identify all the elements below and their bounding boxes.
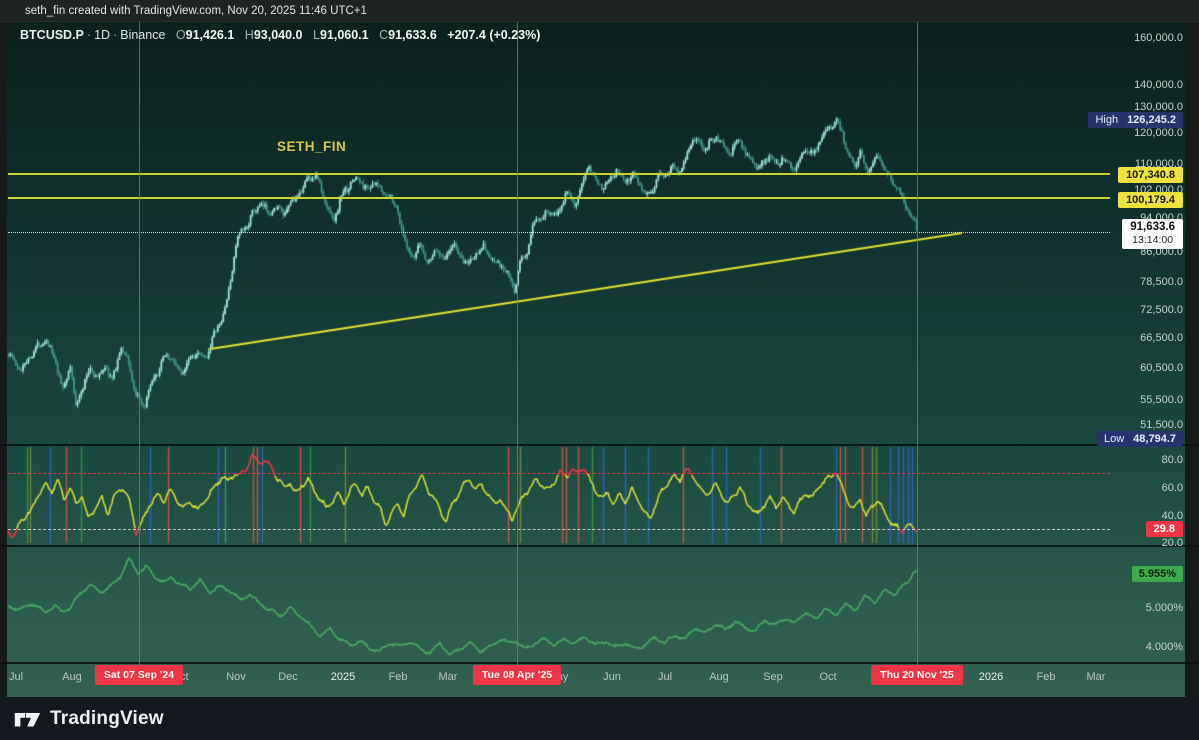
rsi-overbought-dashed-line[interactable] [8,473,1110,474]
close-label: C [379,28,389,42]
price-axis-tick: 140,000.0 [1134,79,1183,91]
time-axis-label: Jul [8,671,24,683]
level-price-badge-1: 107,340.8 [1118,167,1183,183]
time-axis-label: 2025 [330,671,356,683]
time-axis-label: Aug [62,671,82,683]
time-axis-label: Mar [438,671,458,683]
time-axis-label: Jul [657,671,673,683]
date-marker-badge: Tue 08 Apr '25 [472,665,562,685]
growth-axis-tick: 5.000% [1145,602,1183,614]
rsi-axis-tick: 20.0 [1161,537,1183,549]
time-axis-label: Feb [388,671,408,683]
last-price-dotted-line [8,232,1110,233]
high-label: H [244,28,254,42]
time-axis-label: Jun [603,671,621,683]
time-axis-label: Aug [709,671,729,683]
date-marker-badge: Sat 07 Sep '24 [94,665,184,685]
resistance-level-line-107340[interactable] [8,173,1110,175]
export-caption-text: seth_fin created with TradingView.com, N… [25,5,367,17]
tradingview-export-screenshot: { "export_bar": { "text": "seth_fin crea… [0,0,1199,740]
time-axis[interactable]: JulAugOctNovDec2025FebMarMayJunJulAugSep… [0,663,1199,697]
last-price-badge: 91,633.6 13:14:00 [1122,219,1183,249]
price-axis-tick: 160,000.0 [1134,32,1183,44]
low-label: L [312,28,320,42]
interval-label[interactable]: 1D [94,28,110,42]
tradingview-logo-icon [14,712,41,727]
symbol-header[interactable]: BTCUSD.P · 1D · Binance O91,426.1 H93,040.0 … [20,28,540,42]
time-axis-label: Dec [278,671,298,683]
footer-bar: TradingView [0,697,1199,740]
last-price-value: 91,633.6 [1130,221,1175,233]
separator: · [86,28,92,42]
symbol-name[interactable]: BTCUSD.P [20,28,84,42]
change-value: +207.4 (+0.23%) [447,28,541,42]
separator: · [113,28,118,42]
open-value: 91,426.1 [185,28,235,42]
low-badge-label: Low [1103,433,1125,445]
rsi-panel-canvas[interactable] [0,445,1199,545]
growth-axis-tick: 4.000% [1145,641,1183,653]
red-event-vline [139,22,140,685]
price-axis-tick: 55,500.0 [1140,394,1183,406]
price-axis-tick: 51,500.0 [1140,419,1183,431]
time-axis-label: Mar [1086,671,1106,683]
low-badge-value: 48,794.7 [1133,433,1176,445]
time-axis-label: Nov [226,671,246,683]
low-price-badge: Low 48,794.7 [1096,431,1183,447]
high-value: 93,040.0 [253,28,303,42]
rsi-axis-tick: 60.0 [1161,482,1183,494]
panel-divider[interactable] [0,545,1199,547]
high-badge-value: 126,245.2 [1127,114,1176,126]
tradingview-brand-text: TradingView [50,707,164,729]
time-axis-label: Sep [763,671,783,683]
high-badge-label: High [1095,114,1119,126]
open-label: O [175,28,186,42]
export-caption-bar: seth_fin created with TradingView.com, N… [0,0,1199,22]
high-price-badge: High 126,245.2 [1088,112,1183,128]
panel-divider[interactable] [0,444,1199,446]
price-axis-tick: 72,500.0 [1140,304,1183,316]
tradingview-logo[interactable]: TradingView [14,705,164,732]
red-event-vline [517,22,518,685]
exchange-label[interactable]: Binance [120,28,165,42]
time-axis-label: 2026 [978,671,1004,683]
bar-countdown: 13:14:00 [1132,234,1174,246]
support-level-line-100179[interactable] [8,197,1110,199]
price-axis-tick: 78,500.0 [1140,276,1183,288]
date-marker-badge: Thu 20 Nov '25 [871,665,963,685]
price-axis-tick: 66,500.0 [1140,332,1183,344]
low-value: 91,060.1 [319,28,369,42]
price-chart-canvas[interactable] [0,22,1199,445]
price-axis-tick: 60,500.0 [1140,362,1183,374]
level-price-badge-2: 100,179.4 [1118,192,1183,208]
rsi-value-badge: 29.8 [1145,521,1183,537]
author-watermark: SETH_FIN [277,139,347,154]
growth-panel-canvas[interactable] [0,547,1199,665]
time-axis-label: Feb [1036,671,1056,683]
time-axis-label: Oct [819,671,837,683]
red-event-vline [917,22,918,685]
close-value: 91,633.6 [388,28,437,42]
chart-root[interactable]: BTCUSD.P · 1D · Binance O91,426.1 H93,040.0 … [0,22,1199,697]
rsi-axis-tick: 80.0 [1161,454,1183,466]
growth-value-badge: 5.955% [1131,566,1183,582]
rsi-oversold-dashed-line[interactable] [8,529,1110,530]
price-axis-tick: 120,000.0 [1134,127,1183,139]
